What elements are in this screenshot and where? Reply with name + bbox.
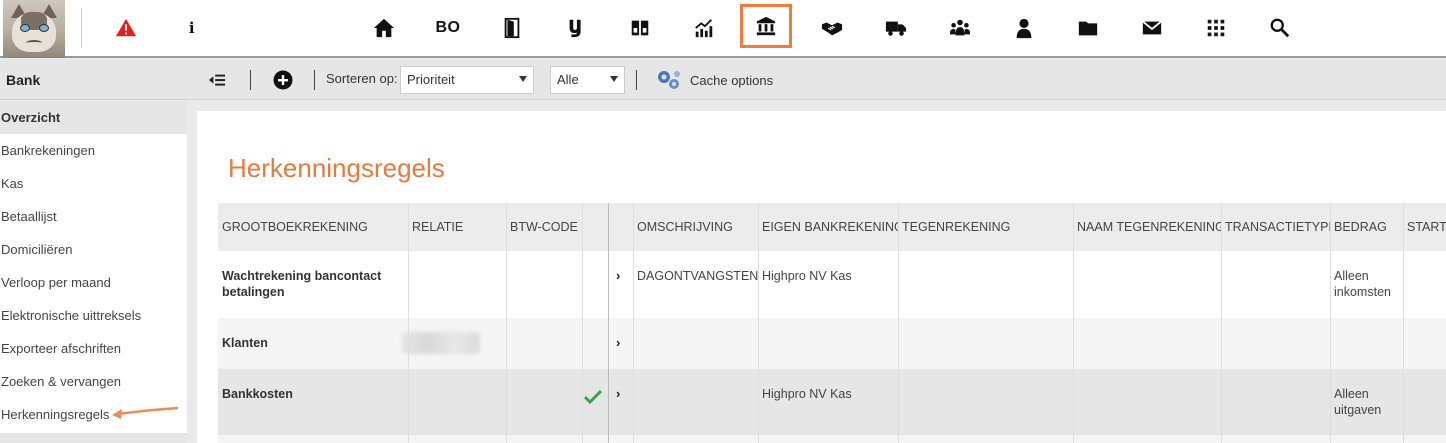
main-content: Herkenningsregels GROOTBOEKREKENING RELA… [197, 111, 1446, 443]
row-account: Klanten [222, 336, 268, 350]
grid-small-icon[interactable] [622, 10, 658, 46]
door-icon[interactable] [494, 10, 530, 46]
avatar[interactable] [3, 0, 65, 58]
chevron-right-icon[interactable]: › [616, 335, 620, 350]
top-navigation: i BO [0, 0, 1446, 58]
sort-select[interactable]: Prioriteit [400, 66, 534, 94]
toolbar-divider [250, 70, 251, 90]
sidebar-item-overzicht[interactable]: Overzicht [0, 101, 187, 134]
sidebar-footer [0, 433, 187, 443]
info-icon[interactable]: i [174, 10, 210, 46]
checkmark-icon [584, 390, 602, 404]
column-header-start[interactable]: START- [1403, 203, 1446, 251]
column-header-relatie[interactable]: RELATIE [408, 203, 506, 251]
row-description: DAGONTVANGSTEN [637, 269, 759, 283]
sidebar-item-kas[interactable]: Kas [0, 167, 187, 200]
filter-select-value: Alle [557, 72, 579, 87]
sidebar-item-exporteer-afschriften[interactable]: Exporteer afschriften [0, 332, 187, 365]
gears-icon [656, 69, 682, 91]
annotation-arrow-icon [112, 406, 179, 419]
table-row[interactable] [218, 435, 1446, 443]
column-header-check [582, 203, 608, 251]
section-title: Bank [6, 72, 41, 88]
chevron-down-icon [519, 76, 527, 82]
row-amount: Alleen inkomsten [1334, 269, 1391, 299]
warning-icon[interactable] [108, 10, 144, 46]
row-amount: Alleen uitgaven [1334, 387, 1382, 417]
table-row[interactable]: Bankkosten › Highpro NV Kas Alleen uitga… [218, 369, 1446, 435]
collapse-menu-icon[interactable] [207, 70, 227, 90]
sort-label: Sorteren op: [326, 71, 398, 86]
cache-options-label: Cache options [690, 72, 774, 88]
toolbar: Bank Sorteren op: Prioriteit Alle Cache … [0, 60, 1446, 100]
handshake-icon[interactable] [814, 10, 850, 46]
blurred-relation [402, 332, 480, 354]
column-header-transactietype[interactable]: TRANSACTIETYPE [1221, 203, 1330, 251]
sidebar-item-bankrekeningen[interactable]: Bankrekeningen [0, 134, 187, 167]
mail-icon[interactable] [1134, 10, 1170, 46]
chevron-right-icon[interactable]: › [616, 268, 620, 283]
search-icon[interactable] [1262, 10, 1298, 46]
divider [81, 8, 82, 48]
sidebar-item-betaallijst[interactable]: Betaallijst [0, 200, 187, 233]
apps-icon[interactable] [1198, 10, 1234, 46]
table-header: GROOTBOEKREKENING RELATIE BTW-CODE OMSCH… [218, 203, 1446, 251]
column-header-tegenrekening[interactable]: TEGENREKENING [898, 203, 1073, 251]
column-header-eigen-bankrekening[interactable]: EIGEN BANKREKENING [758, 203, 898, 251]
sidebar-item-elektronische-uittreksels[interactable]: Elektronische uittreksels [0, 299, 187, 332]
page-title: Herkenningsregels [228, 153, 445, 183]
toolbar-divider [314, 70, 315, 90]
bo-icon[interactable]: BO [430, 10, 466, 46]
row-account: Bankkosten [222, 387, 293, 401]
column-header-naam-tegenrekening[interactable]: NAAM TEGENREKENING [1073, 203, 1221, 251]
bank-icon[interactable] [740, 4, 792, 48]
column-header-grootboekrekening[interactable]: GROOTBOEKREKENING [218, 203, 408, 251]
sort-select-value: Prioriteit [407, 72, 455, 87]
home-icon[interactable] [366, 10, 402, 46]
truck-icon[interactable] [878, 10, 914, 46]
table-row[interactable]: Klanten › [218, 318, 1446, 369]
chevron-right-icon[interactable]: › [616, 386, 620, 401]
add-icon[interactable] [273, 70, 293, 90]
column-header-btw-code[interactable]: BTW-CODE [506, 203, 582, 251]
row-account: Wachtrekening bancontact betalingen [222, 269, 382, 299]
row-own-account: Highpro NV Kas [762, 387, 852, 401]
column-header-omschrijving[interactable]: OMSCHRIJVING [633, 203, 758, 251]
sidebar: Overzicht Bankrekeningen Kas Betaallijst… [0, 101, 187, 443]
chevron-down-icon [610, 76, 618, 82]
user-icon[interactable] [1006, 10, 1042, 46]
folder-icon[interactable] [1070, 10, 1106, 46]
sidebar-item-zoeken-vervangen[interactable]: Zoeken & vervangen [0, 365, 187, 398]
table-row[interactable]: Wachtrekening bancontact betalingen › DA… [218, 251, 1446, 318]
group-icon[interactable] [942, 10, 978, 46]
row-own-account: Highpro NV Kas [762, 269, 852, 283]
chart-icon[interactable] [686, 10, 722, 46]
toolbar-divider [636, 70, 637, 90]
filter-select[interactable]: Alle [550, 66, 625, 94]
y-icon[interactable] [558, 10, 594, 46]
sidebar-item-domicilieren[interactable]: Domiciliëren [0, 233, 187, 266]
column-header-bedrag[interactable]: BEDRAG [1330, 203, 1403, 251]
sidebar-item-verloop-per-maand[interactable]: Verloop per maand [0, 266, 187, 299]
column-header-expand [608, 203, 634, 251]
cache-options-button[interactable]: Cache options [656, 68, 773, 92]
